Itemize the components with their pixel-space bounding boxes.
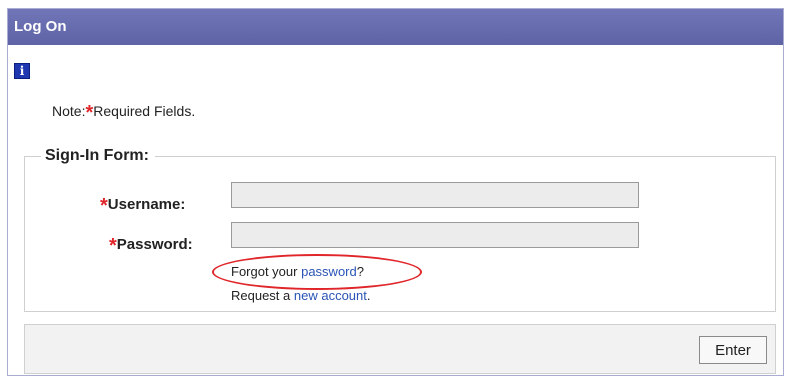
info-icon: i bbox=[14, 63, 30, 79]
request-account-line: Request a new account. bbox=[231, 288, 371, 303]
forgot-prefix: Forgot your bbox=[231, 264, 302, 279]
logon-window: Log On i Note:*Required Fields. Sign-In … bbox=[7, 8, 784, 376]
password-input[interactable] bbox=[231, 222, 639, 248]
note-prefix: Note: bbox=[52, 103, 86, 119]
note-text: Required Fields. bbox=[93, 103, 196, 119]
password-label-text: Password: bbox=[116, 236, 193, 253]
request-prefix: Request a bbox=[231, 288, 294, 303]
request-suffix: . bbox=[366, 288, 371, 303]
required-asterisk: * bbox=[109, 235, 117, 257]
required-asterisk: * bbox=[85, 102, 94, 124]
forgot-password-link[interactable]: password bbox=[301, 264, 357, 279]
forgot-password-line: Forgot your password? bbox=[231, 264, 364, 279]
new-account-link[interactable]: new account bbox=[294, 288, 367, 303]
username-label: *Username: bbox=[100, 192, 186, 217]
window-title: Log On bbox=[8, 9, 783, 45]
enter-button[interactable]: Enter bbox=[699, 336, 767, 364]
password-label: *Password: bbox=[109, 232, 193, 257]
required-note: Note:*Required Fields. bbox=[52, 99, 196, 124]
username-label-text: Username: bbox=[107, 196, 186, 213]
forgot-suffix: ? bbox=[356, 264, 364, 279]
username-input[interactable] bbox=[231, 182, 639, 208]
form-legend: Sign-In Form: bbox=[41, 147, 155, 165]
required-asterisk: * bbox=[100, 195, 108, 217]
form-footer: Enter bbox=[24, 324, 776, 374]
